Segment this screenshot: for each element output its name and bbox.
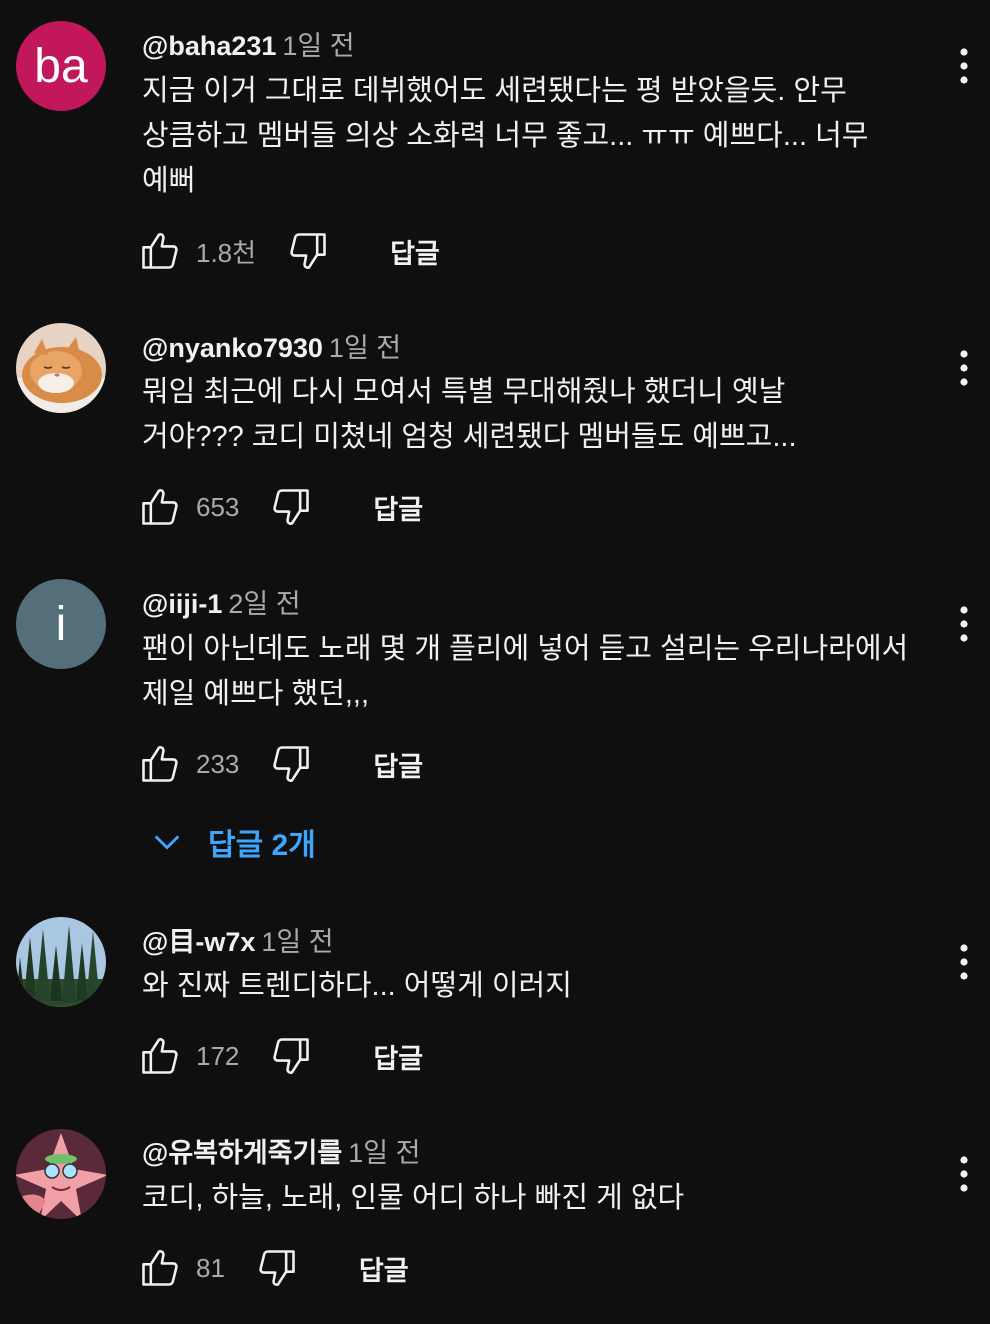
dislike-icon[interactable] — [269, 1034, 313, 1078]
like-icon[interactable] — [138, 742, 182, 786]
comment-actions: 81 답글 — [138, 1246, 409, 1290]
comment-time[interactable]: 2일 전 — [228, 589, 300, 619]
dislike-icon[interactable] — [269, 742, 313, 786]
more-options-icon[interactable] — [946, 44, 982, 88]
comment-time[interactable]: 1일 전 — [261, 927, 333, 957]
comment-actions: 1.8천 답글 — [138, 229, 440, 273]
author-handle[interactable]: @nyanko7930 — [142, 333, 323, 363]
comment-time[interactable]: 1일 전 — [348, 1138, 420, 1168]
like-count: 653 — [196, 491, 240, 522]
like-icon[interactable] — [138, 229, 182, 273]
dislike-icon[interactable] — [255, 1246, 299, 1290]
like-icon[interactable] — [138, 1246, 182, 1290]
reply-button[interactable]: 답글 — [373, 1037, 423, 1076]
replies-count-label: 답글 2개 — [208, 829, 316, 862]
author-handle[interactable]: @baha231 — [142, 31, 276, 61]
avatar[interactable]: i — [16, 579, 106, 669]
view-replies-button[interactable]: 답글 2개 — [150, 820, 316, 864]
more-options-icon[interactable] — [946, 346, 982, 390]
avatar[interactable] — [16, 1129, 106, 1219]
comment-actions: 233 답글 — [138, 742, 423, 786]
like-icon[interactable] — [138, 1034, 182, 1078]
more-options-icon[interactable] — [946, 602, 982, 646]
like-icon[interactable] — [138, 485, 182, 529]
dislike-icon[interactable] — [286, 229, 330, 273]
comment-header: @baha231 1일 전 — [142, 24, 355, 63]
comment-header: @目-w7x 1일 전 — [142, 920, 334, 959]
like-count: 1.8천 — [196, 237, 257, 268]
reply-button[interactable]: 답글 — [373, 488, 423, 527]
comment-header: @유복하게죽기를 1일 전 — [142, 1131, 420, 1170]
avatar[interactable]: ba — [16, 21, 106, 111]
comment-header: @nyanko7930 1일 전 — [142, 326, 401, 365]
comment-text: 코디, 하늘, 노래, 인물 어디 하나 빠진 게 없다 — [142, 1182, 685, 1214]
comment-header: @iiji-1 2일 전 — [142, 582, 301, 621]
like-count: 233 — [196, 748, 240, 779]
forest-photo-icon — [16, 917, 106, 1007]
cat-photo-icon — [16, 323, 106, 413]
like-count: 81 — [196, 1252, 225, 1283]
author-handle[interactable]: @目-w7x — [142, 927, 255, 957]
patrick-star-icon — [16, 1129, 106, 1219]
like-count: 172 — [196, 1040, 240, 1071]
author-handle[interactable]: @iiji-1 — [142, 589, 222, 619]
more-options-icon[interactable] — [946, 1152, 982, 1196]
chevron-down-icon — [154, 835, 180, 850]
avatar[interactable] — [16, 917, 106, 1007]
reply-button[interactable]: 답글 — [390, 232, 440, 271]
reply-button[interactable]: 답글 — [359, 1249, 409, 1288]
avatar[interactable] — [16, 323, 106, 413]
avatar-letter: ba — [34, 39, 88, 93]
comment-text: 와 진짜 트렌디하다... 어떻게 이러지 — [142, 970, 572, 1002]
comment-text: 지금 이거 그대로 데뷔했어도 세련됐다는 평 받았을듯. 안무 상큼하고 멤버… — [142, 75, 869, 197]
avatar-letter: i — [55, 597, 67, 651]
comment-text: 뭐임 최근에 다시 모여서 특별 무대해줬나 했더니 옛날 거야??? 코디 미… — [142, 376, 797, 453]
comment-actions: 653 답글 — [138, 485, 423, 529]
reply-button[interactable]: 답글 — [373, 745, 423, 784]
author-handle[interactable]: @유복하게죽기를 — [142, 1138, 342, 1168]
more-options-icon[interactable] — [946, 940, 982, 984]
comment-text: 팬이 아닌데도 노래 몇 개 플리에 넣어 듣고 설리는 우리나라에서 제일 예… — [142, 633, 909, 710]
dislike-icon[interactable] — [269, 485, 313, 529]
comment-actions: 172 답글 — [138, 1034, 423, 1078]
comment-time[interactable]: 1일 전 — [282, 31, 354, 61]
comment-time[interactable]: 1일 전 — [329, 333, 401, 363]
